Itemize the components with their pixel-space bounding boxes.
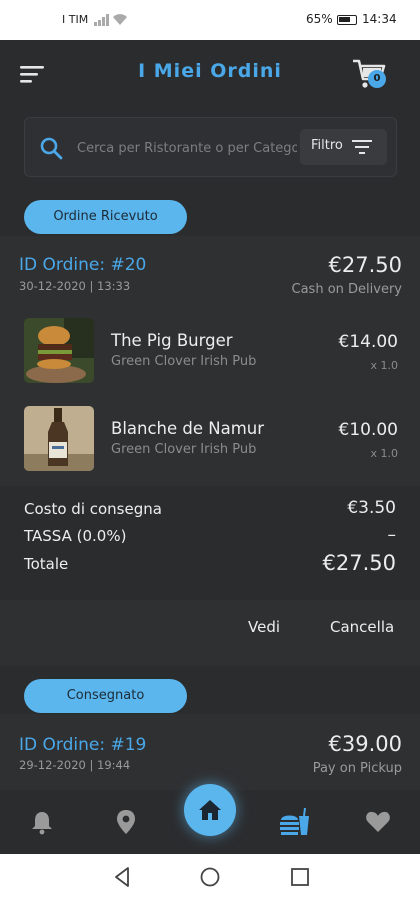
total-value: €27.50 <box>322 551 396 575</box>
cart-count-badge: 0 <box>368 70 386 88</box>
order-total: €39.00 <box>328 732 402 756</box>
map-pin-icon[interactable] <box>112 808 140 836</box>
search-input[interactable] <box>77 136 297 160</box>
burger-image <box>24 318 94 383</box>
tax-label: TASSA (0.0%) <box>24 527 127 545</box>
home-button[interactable] <box>184 784 236 836</box>
bell-icon[interactable] <box>28 808 56 836</box>
order-id: ID Ordine: #20 <box>19 255 147 275</box>
order-status-pill: Consegnato <box>24 679 187 713</box>
item-price: €14.00 <box>338 332 398 352</box>
bottom-navigation <box>0 784 420 854</box>
clock: 14:34 <box>362 12 397 26</box>
battery-percentage: 65% <box>306 12 333 26</box>
item-name: The Pig Burger <box>111 331 233 350</box>
item-price: €10.00 <box>338 420 398 440</box>
search-bar: Filtro <box>24 117 397 177</box>
burger-drink-icon[interactable] <box>278 806 310 838</box>
payment-method: Cash on Delivery <box>291 282 402 297</box>
item-name: Blanche de Namur <box>111 419 265 438</box>
order-summary: Costo di consegna €3.50 TASSA (0.0%) – T… <box>0 487 420 599</box>
delivery-cost-label: Costo di consegna <box>24 500 162 518</box>
heart-icon[interactable] <box>364 808 392 836</box>
item-quantity: x 1.0 <box>370 359 399 372</box>
order-card[interactable]: ID Ordine: #19 29-12-2020 | 19:44 €39.00… <box>0 714 420 790</box>
home-icon <box>199 800 221 820</box>
search-icon <box>40 137 63 160</box>
system-navigation-bar <box>0 854 420 900</box>
system-status-bar: I TIM 65% 14:34 <box>0 0 420 40</box>
order-card[interactable]: ID Ordine: #20 30-12-2020 | 13:33 €27.50… <box>0 236 420 486</box>
cancel-button[interactable]: Cancella <box>330 618 394 636</box>
order-date: 29-12-2020 | 19:44 <box>19 758 131 772</box>
order-status-pill: Ordine Ricevuto <box>24 200 187 234</box>
order-actions: Vedi Cancella <box>0 600 420 666</box>
battery-icon <box>337 15 357 25</box>
order-id: ID Ordine: #19 <box>19 735 147 755</box>
app-header: I Miei Ordini <box>0 40 420 110</box>
carrier-label: I TIM <box>62 13 89 26</box>
item-restaurant: Green Clover Irish Pub <box>111 354 257 369</box>
filter-icon <box>352 140 372 154</box>
recents-icon[interactable] <box>288 865 312 889</box>
payment-method: Pay on Pickup <box>312 761 402 776</box>
delivery-cost-value: €3.50 <box>347 498 396 518</box>
beer-bottle-image <box>24 406 94 471</box>
order-total: €27.50 <box>328 253 402 277</box>
signal-icon <box>94 14 109 26</box>
filter-label: Filtro <box>311 138 343 153</box>
item-quantity: x 1.0 <box>370 447 399 460</box>
filter-button[interactable]: Filtro <box>300 129 387 165</box>
tax-value: – <box>387 525 397 545</box>
back-icon[interactable] <box>110 865 134 889</box>
total-label: Totale <box>24 555 69 573</box>
order-date: 30-12-2020 | 13:33 <box>19 279 131 293</box>
item-restaurant: Green Clover Irish Pub <box>111 442 257 457</box>
view-button[interactable]: Vedi <box>248 618 280 636</box>
home-circle-icon[interactable] <box>198 865 222 889</box>
wifi-icon <box>113 14 127 25</box>
